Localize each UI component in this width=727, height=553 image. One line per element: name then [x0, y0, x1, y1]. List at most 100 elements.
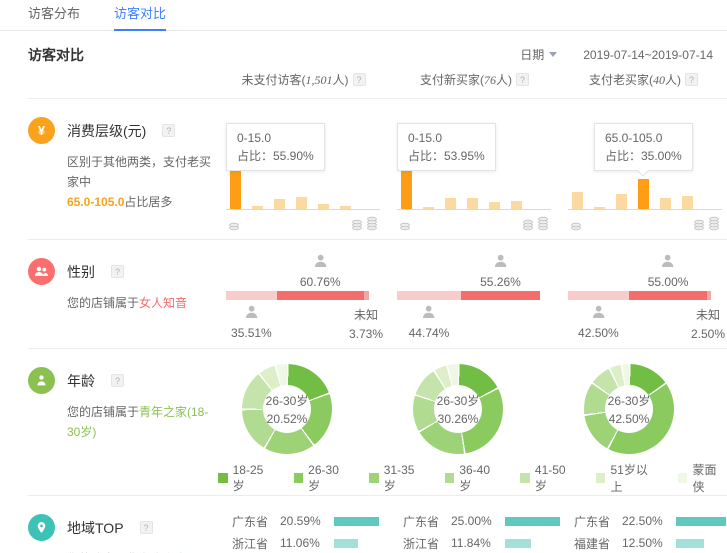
region-name: 福建省: [574, 535, 622, 552]
help-icon[interactable]: ?: [516, 73, 529, 86]
region-row: 广东省 22.50%: [574, 510, 727, 532]
male-stat: 42.50%: [578, 304, 619, 340]
help-icon[interactable]: ?: [111, 374, 124, 387]
x-axis: [568, 209, 722, 210]
help-icon[interactable]: ?: [353, 73, 366, 86]
region-chart-unpaid: 广东省 20.59% 浙江省 11.06%: [218, 496, 389, 553]
gender-people-icon: [28, 258, 55, 285]
coin-stack-icon: [693, 218, 705, 231]
tab-visitor-compare[interactable]: 访客对比: [114, 0, 166, 31]
help-icon[interactable]: ?: [111, 265, 124, 278]
bar-tooltip: 0-15.0 占比：53.95%: [397, 123, 496, 171]
coin-stack-icon: [522, 218, 534, 231]
coin-stack-icon: [399, 221, 411, 231]
legend-label: 31-35岁: [384, 463, 425, 494]
help-icon[interactable]: ?: [140, 521, 153, 534]
legend-item[interactable]: 51岁以上: [596, 461, 658, 495]
legend-item[interactable]: 31-35岁: [369, 463, 425, 494]
bar: [638, 179, 649, 209]
bar: [511, 201, 522, 209]
legend-swatch: [218, 473, 228, 483]
bar: [489, 202, 500, 209]
gender-bar: [568, 291, 711, 300]
date-dropdown[interactable]: 日期: [520, 46, 557, 63]
region-bar: [676, 517, 726, 526]
legend-label: 36-40岁: [459, 463, 500, 494]
donut-center-label: 26-30岁: [608, 392, 651, 409]
donut-center-label: 26-30岁: [437, 392, 480, 409]
page-title: 访客对比: [28, 45, 84, 65]
region-percent: 20.59%: [280, 514, 334, 528]
bar: [274, 199, 285, 209]
region-bar: [505, 517, 560, 526]
region-name: 浙江省: [232, 535, 280, 552]
age-donut: 26-30岁 30.26%: [413, 364, 503, 454]
region-row: 福建省 12.50%: [574, 532, 727, 553]
region-percent: 25.00%: [451, 514, 505, 528]
legend-swatch: [369, 473, 379, 483]
unknown-segment: [707, 291, 711, 300]
male-percent: 44.74%: [409, 326, 450, 340]
unknown-stat: 未知3.73%: [349, 306, 383, 344]
legend-item[interactable]: 蒙面侠: [678, 461, 727, 495]
panel-header: 访客对比 日期 2019-07-14~2019-07-14: [0, 31, 727, 65]
unknown-stat: 未知2.50%: [691, 306, 725, 344]
legend-item[interactable]: 18-25岁: [218, 463, 274, 494]
person-icon: [312, 253, 328, 269]
bar: [572, 192, 583, 209]
gender-chart-unpaid: 60.76% 35.51% 未知3.73%: [218, 240, 389, 348]
consume-chart-unpaid: 0-15.0 占比：55.90%: [218, 99, 389, 239]
region-name: 广东省: [232, 513, 280, 530]
region-percent: 22.50%: [622, 514, 676, 528]
location-pin-icon: [28, 514, 55, 541]
date-dropdown-label: 日期: [520, 46, 544, 63]
consume-chart-old-buyers: 65.0-105.0 占比：35.00%: [560, 99, 727, 239]
bar: [682, 196, 693, 209]
legend-swatch: [678, 473, 688, 483]
section-age: 年龄 ? 您的店铺属于青年之家(18-30岁) 26-30岁 20.52% 26…: [28, 349, 727, 496]
coin-stack-icon: [708, 215, 720, 231]
age-donut: 26-30岁 42.50%: [584, 364, 674, 454]
region-percent: 11.84%: [451, 536, 505, 550]
person-icon: [492, 253, 508, 269]
legend-swatch: [596, 473, 606, 483]
bar: [616, 194, 627, 209]
age-donut-unpaid: 26-30岁 20.52%: [218, 349, 389, 461]
person-icon: [421, 304, 437, 320]
bar-tooltip: 0-15.0 占比：55.90%: [226, 123, 325, 171]
unknown-segment: [364, 291, 369, 300]
female-stat: 60.76%: [300, 253, 341, 289]
donut-center-value: 30.26%: [438, 412, 479, 426]
male-segment: [226, 291, 277, 300]
legend-item[interactable]: 36-40岁: [445, 463, 501, 494]
region-chart-new-buyers: 广东省 25.00% 浙江省 11.84%: [389, 496, 560, 553]
date-range[interactable]: 2019-07-14~2019-07-14: [583, 48, 713, 62]
donut-center-value: 20.52%: [267, 412, 308, 426]
age-donut-new-buyers: 26-30岁 30.26%: [389, 349, 560, 461]
female-percent: 55.26%: [480, 275, 521, 289]
chevron-down-icon: [549, 52, 557, 57]
section-desc: 您的店铺属于女人知音: [67, 293, 218, 313]
column-header-unpaid: 未支付访客(1,501人)?: [218, 71, 389, 88]
bar-group: [572, 179, 720, 209]
person-icon: [243, 304, 259, 320]
help-icon[interactable]: ?: [162, 124, 175, 137]
coin-stack-icon: [570, 221, 582, 231]
region-percent: 11.06%: [280, 536, 334, 550]
tab-visitor-distribution[interactable]: 访客分布: [28, 0, 80, 31]
age-donut: 26-30岁 20.52%: [242, 364, 332, 454]
tooltip-value: 占比：35.00%: [605, 147, 682, 165]
section-title: 消费层级(元): [67, 121, 146, 141]
legend-label: 18-25岁: [233, 463, 274, 494]
male-segment: [397, 291, 461, 300]
legend-item[interactable]: 26-30岁: [294, 463, 350, 494]
tooltip-value: 占比：53.95%: [408, 147, 485, 165]
male-segment: [568, 291, 629, 300]
female-segment: [461, 291, 540, 300]
legend-label: 41-50岁: [535, 463, 576, 494]
x-axis: [226, 209, 380, 210]
section-title: 性别: [67, 262, 95, 282]
legend-item[interactable]: 41-50岁: [520, 463, 576, 494]
help-icon[interactable]: ?: [685, 73, 698, 86]
section-region-top: 地域TOP ? 您的访客聚集在广东省 广东省 20.59% 浙江省 11.06%…: [28, 496, 727, 553]
